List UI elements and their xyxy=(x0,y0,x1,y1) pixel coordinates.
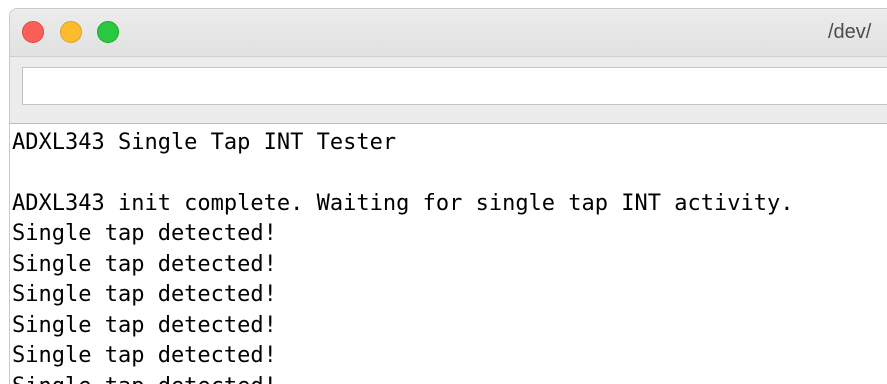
output-line: ADXL343 init complete. Waiting for singl… xyxy=(12,191,794,216)
serial-send-input[interactable] xyxy=(22,67,887,105)
serial-monitor-window: /dev/ ADXL343 Single Tap INT Tester ADXL… xyxy=(9,8,887,384)
output-line: ADXL343 Single Tap INT Tester xyxy=(12,130,397,155)
output-line: Single tap detected! xyxy=(12,343,277,368)
zoom-window-button[interactable] xyxy=(97,21,119,43)
output-line: Single tap detected! xyxy=(12,282,277,307)
output-line: Single tap detected! xyxy=(12,313,277,338)
send-toolbar xyxy=(10,57,887,124)
minimize-window-button[interactable] xyxy=(60,21,82,43)
close-window-button[interactable] xyxy=(22,21,44,43)
output-line: Single tap detected! xyxy=(12,252,277,277)
window-title: /dev/ xyxy=(828,21,872,43)
output-line: Single tap detected! xyxy=(12,372,277,384)
output-line: Single tap detected! xyxy=(12,221,277,246)
title-bar[interactable]: /dev/ xyxy=(10,9,887,57)
serial-output-pane[interactable]: ADXL343 Single Tap INT Tester ADXL343 in… xyxy=(10,124,887,384)
